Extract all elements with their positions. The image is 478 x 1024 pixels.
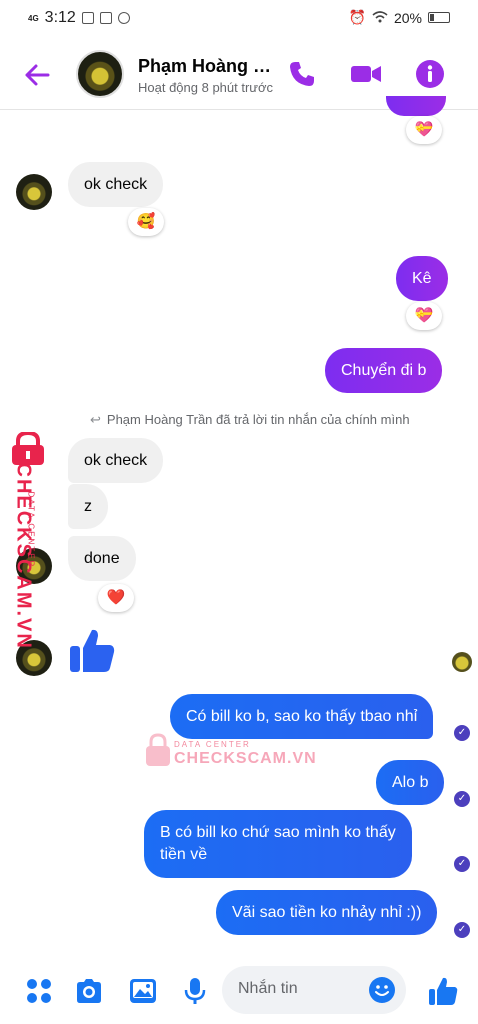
image-icon[interactable] (128, 976, 158, 1006)
contact-name[interactable]: Phạm Hoàng Tr... (138, 56, 278, 77)
delivered-check-icon: ✓ (454, 725, 470, 741)
message-bubble-outgoing[interactable]: Có bill ko b, sao ko thấy tbao nhỉ (170, 694, 434, 739)
alarm-icon: ⏰ (348, 9, 366, 25)
network-indicator: 4G (28, 13, 39, 23)
message-input[interactable]: Nhắn tin (222, 966, 406, 1014)
delivered-check-icon: ✓ (454, 922, 470, 938)
battery-percent: 20% (393, 9, 422, 26)
like-sticker-icon[interactable] (68, 626, 116, 674)
message-line: B có bill ko chứ sao mình ko thấy (160, 824, 396, 841)
back-arrow-icon[interactable] (22, 60, 52, 90)
watermark-brand: CHECKSCAM.VN (174, 750, 317, 767)
reply-arrow-icon: ↩ (90, 412, 101, 427)
message-bubble-incoming[interactable]: z (68, 484, 108, 529)
gallery-notification-icon (99, 12, 112, 24)
like-icon[interactable] (428, 976, 458, 1006)
watermark-lock-icon (146, 733, 170, 766)
message-reaction[interactable]: 💝 (406, 302, 442, 330)
message-bubble-outgoing[interactable]: Kê (396, 256, 448, 301)
emoji-icon[interactable] (368, 976, 396, 1004)
phone-icon[interactable] (286, 58, 318, 90)
message-bubble-outgoing[interactable]: Vãi sao tiền ko nhảy nhỉ :)) (216, 890, 438, 935)
clock: 3:12 (44, 9, 76, 26)
reply-note: ↩ Phạm Hoàng Trần đã trả lời tin nhắn của… (90, 412, 410, 428)
message-bubble-incoming[interactable]: done (68, 536, 136, 581)
video-icon[interactable] (350, 58, 382, 90)
composer-bar: Nhắn tin (0, 958, 478, 1024)
watermark-vertical: DATA CENTER CHECKSCAM.VN (2, 432, 50, 650)
message-reaction[interactable]: 💝 (406, 116, 442, 144)
message-bubble-partial[interactable] (386, 96, 446, 116)
message-reaction[interactable]: 🥰 (128, 208, 164, 236)
message-reaction[interactable]: ❤️ (98, 584, 134, 612)
contact-avatar[interactable] (76, 50, 124, 98)
seen-avatar (452, 652, 472, 672)
watermark-tag: DATA CENTER (174, 740, 251, 749)
grid-icon[interactable] (24, 976, 54, 1006)
watermark-brand: CHECKSCAM.VN (12, 462, 35, 650)
delivered-check-icon: ✓ (454, 856, 470, 872)
message-bubble-incoming[interactable]: ok check (68, 162, 164, 207)
message-line: tiền về (160, 846, 208, 863)
delivered-check-icon: ✓ (454, 791, 470, 807)
message-bubble-outgoing[interactable]: Chuyển đi b (325, 348, 443, 393)
message-bubble-outgoing[interactable]: B có bill ko chứ sao mình ko thấy tiền v… (144, 810, 412, 878)
message-bubble-outgoing[interactable]: Alo b (376, 760, 445, 805)
info-icon[interactable] (414, 58, 446, 90)
reply-note-text: Phạm Hoàng Trần đã trả lời tin nhắn của … (106, 412, 410, 427)
wifi-icon (372, 10, 388, 26)
watermark-lock-icon (12, 432, 44, 465)
status-bar: 4G 3:12 ⏰ 20% (0, 0, 478, 38)
message-bubble-incoming[interactable]: ok check (68, 438, 164, 483)
contact-status: Hoạt động 8 phút trước (138, 80, 274, 95)
battery-icon (428, 12, 450, 23)
mic-icon[interactable] (180, 976, 210, 1006)
message-input-placeholder: Nhắn tin (238, 980, 298, 997)
messenger-notification-icon (117, 12, 130, 24)
sender-avatar[interactable] (16, 174, 52, 210)
camera-icon[interactable] (74, 976, 104, 1006)
youtube-notification-icon (81, 12, 94, 24)
